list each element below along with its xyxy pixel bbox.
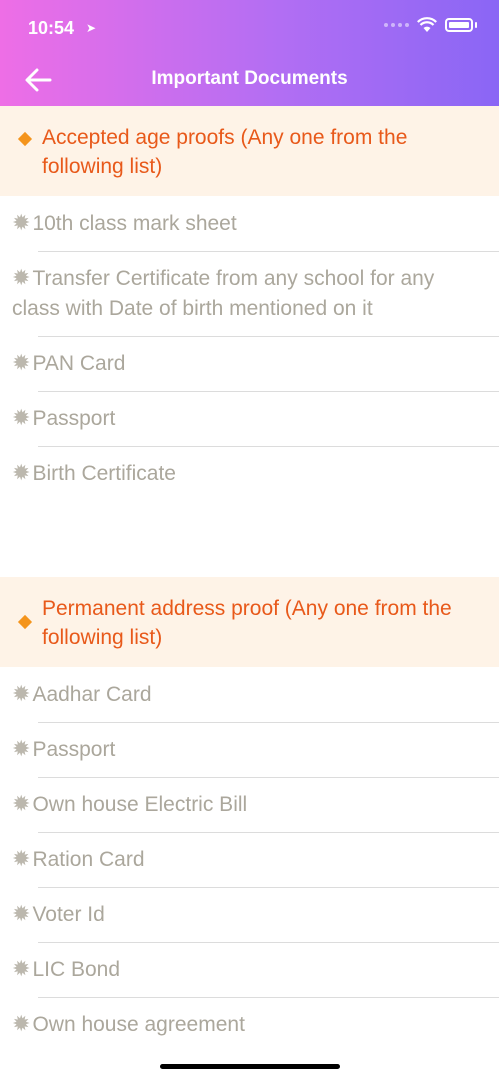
star-icon: ✹ xyxy=(12,736,31,761)
list-item-label: Own house agreement xyxy=(32,1013,245,1036)
page-title: Important Documents xyxy=(151,68,348,89)
list-item-label: 10th class mark sheet xyxy=(32,212,237,235)
star-icon: ✹ xyxy=(12,901,31,926)
list-item: ✹Own house agreement xyxy=(0,997,499,1052)
list-item: ✹PAN Card xyxy=(0,336,499,391)
list-item-label: Own house Electric Bill xyxy=(32,793,248,816)
list-item: ✹Voter Id xyxy=(0,887,499,942)
section-header-address-proof: Permanent address proof (Any one from th… xyxy=(0,577,499,667)
status-time: 10:54 xyxy=(28,18,75,38)
list-item: ✹10th class mark sheet xyxy=(0,196,499,251)
section-title: Permanent address proof (Any one from th… xyxy=(42,597,452,649)
star-icon: ✹ xyxy=(12,460,31,485)
star-icon: ✹ xyxy=(12,956,31,981)
list-item-label: Ration Card xyxy=(32,848,145,871)
list-item: ✹Aadhar Card xyxy=(0,667,499,722)
battery-icon xyxy=(445,18,473,32)
list-item-label: LIC Bond xyxy=(32,958,120,981)
section-title: Accepted age proofs (Any one from the fo… xyxy=(42,126,408,178)
star-icon: ✹ xyxy=(12,350,31,375)
star-icon: ✹ xyxy=(12,1011,31,1036)
list-item-label: Birth Certificate xyxy=(32,462,176,485)
battery-tip xyxy=(475,22,477,28)
list-item-label: Transfer Certificate from any school for… xyxy=(12,267,435,320)
star-icon: ✹ xyxy=(12,846,31,871)
section-header-age-proofs: Accepted age proofs (Any one from the fo… xyxy=(0,106,499,196)
header-bar: 10:54 ➤ Important Documents xyxy=(0,0,499,106)
star-icon: ✹ xyxy=(12,405,31,430)
status-indicators xyxy=(384,17,477,33)
documents-list: Accepted age proofs (Any one from the fo… xyxy=(0,106,499,1052)
list-item: ✹Transfer Certificate from any school fo… xyxy=(0,251,499,336)
list-item-label: Passport xyxy=(32,738,116,761)
list-item: ✹Birth Certificate xyxy=(0,446,499,501)
home-indicator[interactable] xyxy=(160,1064,340,1069)
list-item: ✹Passport xyxy=(0,722,499,777)
signal-icon xyxy=(384,23,409,27)
list-item: ✹Ration Card xyxy=(0,832,499,887)
diamond-icon xyxy=(17,614,33,630)
list-item-label: PAN Card xyxy=(32,352,126,375)
star-icon: ✹ xyxy=(12,681,31,706)
section-spacer xyxy=(0,501,499,577)
list-item-label: Aadhar Card xyxy=(32,683,152,706)
diamond-icon xyxy=(17,131,33,147)
list-item-label: Passport xyxy=(32,407,116,430)
list-item: ✹Own house Electric Bill xyxy=(0,777,499,832)
star-icon: ✹ xyxy=(12,791,31,816)
list-item-label: Voter Id xyxy=(32,903,105,926)
list-item: ✹LIC Bond xyxy=(0,942,499,997)
star-icon: ✹ xyxy=(12,210,31,235)
location-arrow-icon: ➤ xyxy=(86,21,97,35)
wifi-icon xyxy=(417,17,437,32)
star-icon: ✹ xyxy=(12,265,31,290)
list-item: ✹Passport xyxy=(0,391,499,446)
